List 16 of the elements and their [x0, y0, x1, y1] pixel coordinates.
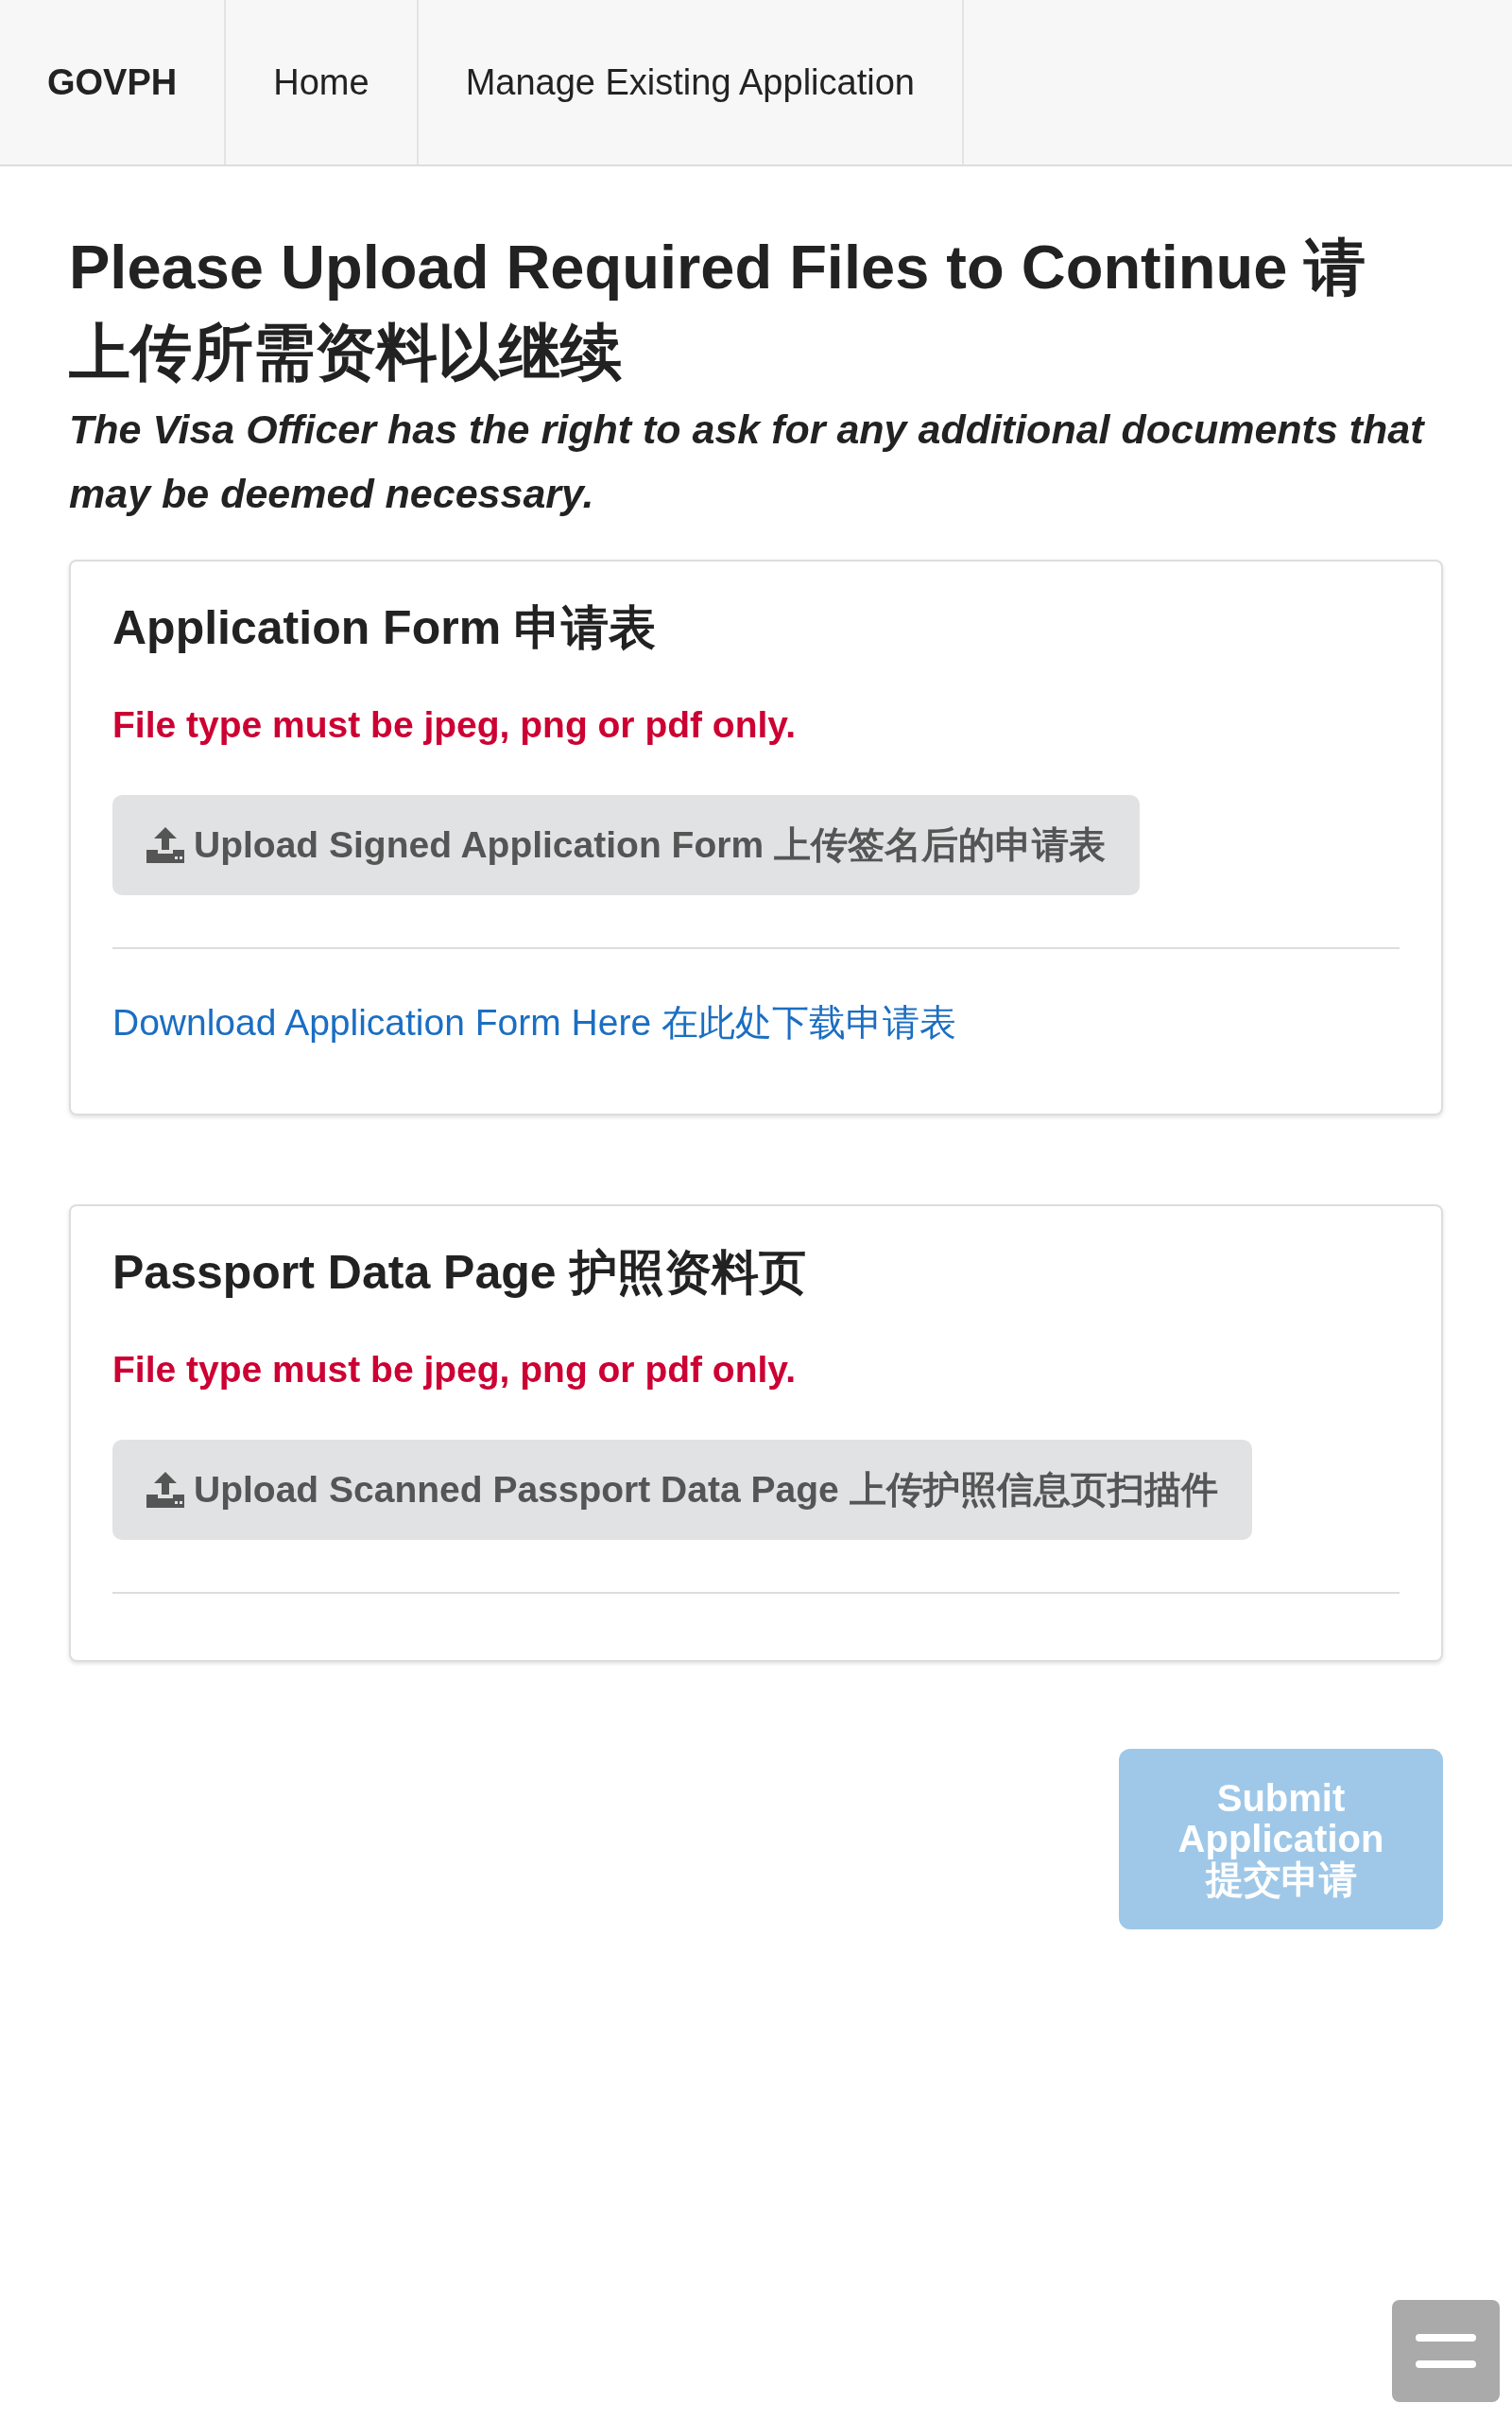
nav-link[interactable]: Home: [226, 0, 419, 164]
nav-link[interactable]: Manage Existing Application: [418, 0, 964, 164]
upload-button[interactable]: Upload Signed Application Form 上传签名后的申请表: [112, 795, 1140, 895]
card-title: Passport Data Page 护照资料页: [112, 1245, 807, 1301]
page-title: Please Upload Required Files to Continue 请上传所需资料以继续: [69, 232, 1367, 389]
download-link[interactable]: Download Application Form Here 在此处下载申请表: [112, 998, 956, 1047]
menu-icon: [1416, 2334, 1476, 2368]
notice-text: The Visa Officer has the right to ask for any additional documents that may be deemed necessary.: [69, 406, 1426, 518]
brand-link[interactable]: GOVPH: [0, 0, 227, 164]
file-type-note: File type must be jpeg, png or pdf only.: [112, 703, 797, 747]
upload-button[interactable]: Upload Scanned Passport Data Page 上传护照信息页扫描件: [112, 1440, 1252, 1540]
menu-button[interactable]: [1392, 2300, 1500, 2402]
upload-icon: [146, 1472, 184, 1508]
upload-icon: [146, 827, 184, 863]
file-type-note: File type must be jpeg, png or pdf only.: [112, 1348, 797, 1392]
card-title: Application Form 申请表: [112, 600, 657, 656]
